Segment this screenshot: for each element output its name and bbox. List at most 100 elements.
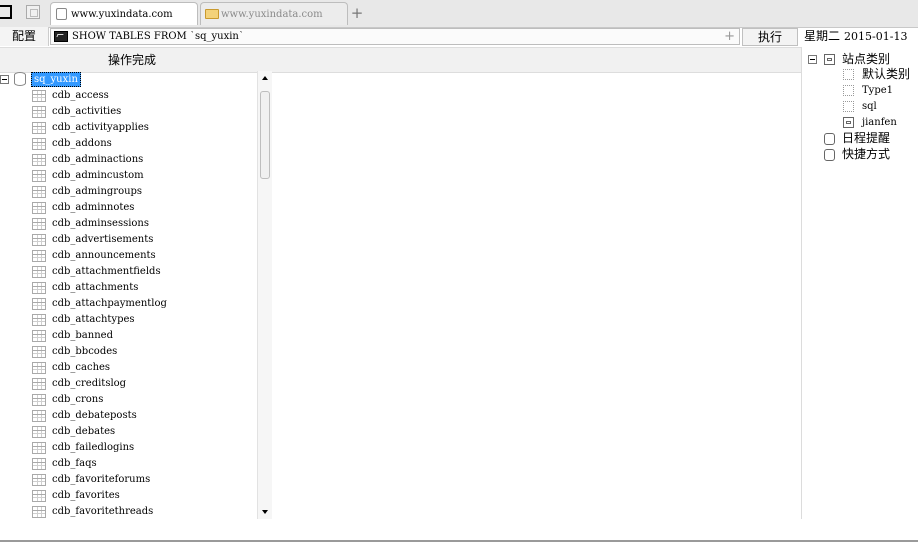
scroll-down-arrow-icon[interactable] xyxy=(262,510,268,514)
category-jianfen[interactable]: jianfen xyxy=(862,115,897,131)
shortcuts-node[interactable]: 快捷方式 xyxy=(842,146,890,162)
table-name: cdb_admincustom xyxy=(52,170,144,181)
table-row[interactable]: cdb_activityapplies xyxy=(0,120,256,136)
table-icon xyxy=(32,250,46,262)
folder-icon xyxy=(205,9,219,19)
table-icon xyxy=(32,330,46,342)
config-button[interactable]: 配置 xyxy=(0,27,49,46)
scroll-thumb[interactable] xyxy=(260,91,270,179)
table-icon xyxy=(32,154,46,166)
new-tab-button[interactable]: + xyxy=(349,4,365,22)
table-name: cdb_attachments xyxy=(52,282,139,293)
table-row[interactable]: cdb_addons xyxy=(0,136,256,152)
table-name: cdb_access xyxy=(52,90,109,101)
terminal-icon xyxy=(54,31,68,42)
table-row[interactable]: cdb_admingroups xyxy=(0,184,256,200)
category-icon xyxy=(824,54,835,65)
table-row[interactable]: cdb_debateposts xyxy=(0,408,256,424)
table-name: cdb_attachtypes xyxy=(52,314,135,325)
table-row[interactable]: cdb_failedlogins xyxy=(0,440,256,456)
tree-scrollbar[interactable] xyxy=(257,71,272,519)
date-display: 星期二 2015-01-13 xyxy=(804,27,918,46)
table-name: cdb_adminnotes xyxy=(52,202,135,213)
table-row[interactable]: cdb_faqs xyxy=(0,456,256,472)
table-icon xyxy=(32,170,46,182)
command-bar: + xyxy=(50,28,740,45)
table-name: cdb_favoritethreads xyxy=(52,506,154,517)
date-label: 2015-01-13 xyxy=(844,30,908,43)
database-node[interactable]: sq_yuxin xyxy=(31,72,81,87)
table-name: cdb_favorites xyxy=(52,490,120,501)
status-text: 操作完成 xyxy=(108,53,157,67)
tab-label: www.yuxindata.com xyxy=(221,9,323,20)
tab-label: www.yuxindata.com xyxy=(71,9,173,20)
table-name: cdb_announcements xyxy=(52,250,156,261)
table-icon xyxy=(32,362,46,374)
table-row[interactable]: cdb_admincustom xyxy=(0,168,256,184)
database-icon xyxy=(14,72,26,86)
table-name: cdb_activities xyxy=(52,106,122,117)
table-row[interactable]: cdb_caches xyxy=(0,360,256,376)
tab-overview-icon[interactable] xyxy=(26,5,40,19)
table-icon xyxy=(32,458,46,470)
table-icon xyxy=(32,506,46,518)
category-item-icon xyxy=(843,101,854,112)
category-item-icon xyxy=(843,117,854,128)
execute-button[interactable]: 执行 xyxy=(742,28,798,46)
reminder-icon xyxy=(824,133,835,145)
table-row[interactable]: cdb_adminnotes xyxy=(0,200,256,216)
scroll-up-arrow-icon[interactable] xyxy=(262,76,268,80)
table-row[interactable]: cdb_access xyxy=(0,88,256,104)
table-row[interactable]: cdb_favoritethreads xyxy=(0,504,256,519)
table-row[interactable]: cdb_adminsessions xyxy=(0,216,256,232)
table-row[interactable]: cdb_crons xyxy=(0,392,256,408)
tab-yuxindata-active[interactable]: www.yuxindata.com xyxy=(50,2,198,25)
category-type1[interactable]: Type1 xyxy=(862,83,893,99)
table-name: cdb_banned xyxy=(52,330,113,341)
table-icon xyxy=(32,138,46,150)
table-row[interactable]: cdb_adminactions xyxy=(0,152,256,168)
table-icon xyxy=(32,234,46,246)
table-icon xyxy=(32,346,46,358)
tab-yuxindata-inactive[interactable]: www.yuxindata.com xyxy=(200,2,348,25)
table-row[interactable]: cdb_creditslog xyxy=(0,376,256,392)
table-name: cdb_admingroups xyxy=(52,186,143,197)
collapse-icon[interactable] xyxy=(808,55,817,64)
reminders-node[interactable]: 日程提醒 xyxy=(842,130,890,146)
expand-icon[interactable]: + xyxy=(724,29,735,44)
table-name: cdb_debateposts xyxy=(52,410,137,421)
table-row[interactable]: cdb_attachtypes xyxy=(0,312,256,328)
table-icon xyxy=(32,106,46,118)
table-row[interactable]: cdb_advertisements xyxy=(0,232,256,248)
category-item-icon xyxy=(843,85,854,96)
table-row[interactable]: cdb_attachments xyxy=(0,280,256,296)
table-row[interactable]: cdb_banned xyxy=(0,328,256,344)
table-icon xyxy=(32,490,46,502)
shortcut-icon xyxy=(824,149,835,161)
table-row[interactable]: cdb_favoriteforums xyxy=(0,472,256,488)
table-row[interactable]: cdb_attachmentfields xyxy=(0,264,256,280)
site-category-node[interactable]: 站点类别 xyxy=(842,51,890,67)
table-icon xyxy=(32,122,46,134)
table-name: cdb_attachmentfields xyxy=(52,266,161,277)
category-item-icon xyxy=(843,69,854,80)
sql-command-input[interactable] xyxy=(72,29,722,44)
table-name: cdb_debates xyxy=(52,426,116,437)
table-name: cdb_activityapplies xyxy=(52,122,149,133)
collapse-icon[interactable] xyxy=(0,75,9,84)
table-row[interactable]: cdb_debates xyxy=(0,424,256,440)
table-name: cdb_faqs xyxy=(52,458,97,469)
table-name: cdb_crons xyxy=(52,394,104,405)
table-row[interactable]: cdb_activities xyxy=(0,104,256,120)
table-icon xyxy=(32,218,46,230)
table-row[interactable]: cdb_bbcodes xyxy=(0,344,256,360)
table-icon xyxy=(32,282,46,294)
table-row[interactable]: cdb_favorites xyxy=(0,488,256,504)
category-sql[interactable]: sql xyxy=(862,99,877,115)
table-row[interactable]: cdb_attachpaymentlog xyxy=(0,296,256,312)
table-name: cdb_caches xyxy=(52,362,111,373)
window-icon[interactable] xyxy=(0,5,12,19)
category-default[interactable]: 默认类别 xyxy=(862,66,910,82)
database-tree: sq_yuxin cdb_access cdb_activities cdb_act… xyxy=(0,71,272,519)
table-row[interactable]: cdb_announcements xyxy=(0,248,256,264)
